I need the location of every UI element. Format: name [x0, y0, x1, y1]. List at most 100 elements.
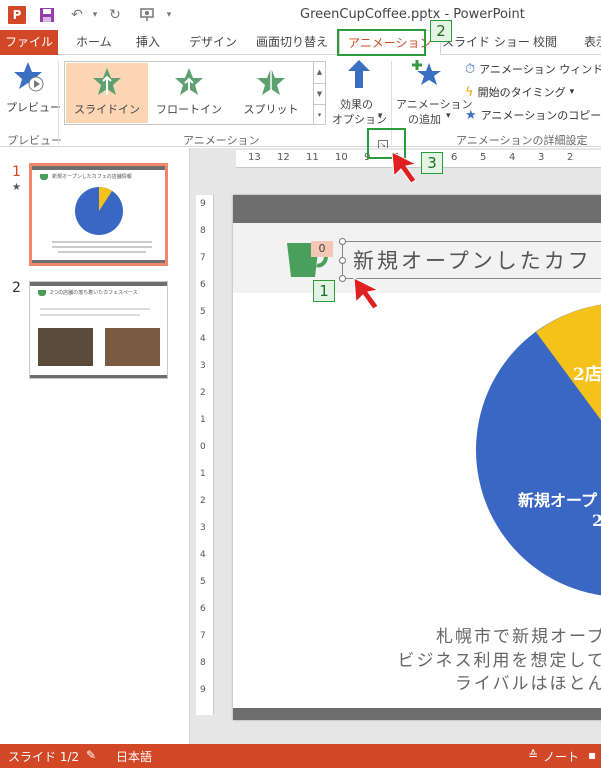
- ruler-tick-label: 7: [200, 631, 206, 641]
- status-bar: スライド 1/2 ✎ 日本語 ≙ ノート ▪: [0, 744, 601, 768]
- thumbnail-number: 2: [12, 280, 21, 296]
- preview-label: プレビュー: [6, 101, 61, 114]
- ruler-tick-label: 7: [200, 253, 206, 263]
- gallery-item-slide-in[interactable]: スライドイン: [66, 63, 148, 123]
- undo-dropdown-icon[interactable]: ▾: [90, 6, 100, 24]
- ruler-tick-label: 2: [200, 496, 206, 506]
- preview-button[interactable]: プレビュー: [4, 59, 61, 125]
- gallery-item-split[interactable]: スプリット: [230, 63, 312, 123]
- add-animation-line1: アニメーション: [396, 98, 473, 111]
- group-separator: [391, 61, 392, 145]
- tab-transitions[interactable]: 画面切り替え: [256, 30, 328, 55]
- resize-handle[interactable]: [339, 238, 346, 245]
- slide-thumbnail-2[interactable]: 2つの店舗の落ち着いたカフェスペース: [29, 281, 168, 379]
- slide-body-line: ビジネス利用を想定してい: [397, 651, 601, 671]
- tab-animations[interactable]: アニメーション: [339, 30, 441, 56]
- tab-slideshow[interactable]: スライド ショー: [442, 30, 530, 55]
- gallery-expand[interactable]: ▾: [313, 104, 325, 124]
- thumb-text-line: [40, 314, 140, 316]
- title-placeholder-selection[interactable]: [339, 238, 601, 282]
- comments-icon[interactable]: ▪: [588, 748, 596, 762]
- thumb-text-line: [40, 308, 150, 310]
- float-in-effect-icon: [175, 68, 203, 95]
- add-animation-icon: [411, 59, 443, 92]
- ribbon: プレビュー プレビュー スライドイン フロートイン スプリット ▲ ▼ ▾ 効果…: [0, 55, 601, 147]
- notes-icon[interactable]: ≙: [528, 748, 538, 762]
- thumb-photo: [38, 328, 93, 366]
- animation-painter-icon: ★: [465, 107, 477, 123]
- thumb-pie-chart: [75, 187, 123, 235]
- ruler-tick-label: 5: [200, 577, 206, 587]
- pointer-arrow-icon: [353, 277, 380, 310]
- gallery-item-float-in[interactable]: フロートイン: [148, 63, 230, 123]
- title-bar: P ↶ ▾ ↻ ▾ GreenCupCoffee.pptx - PowerPoi…: [0, 0, 601, 30]
- ruler-tick-label: 6: [451, 152, 458, 163]
- slide-thumbnail-1[interactable]: 新規オープンしたカフェの店舗情報: [29, 163, 168, 266]
- ruler-tick-label: 0: [200, 442, 206, 452]
- add-animation-button[interactable]: アニメーション の追加 ▾: [394, 59, 473, 127]
- slide-body-line: ライバルはほとんど: [454, 674, 601, 694]
- animation-pane-button[interactable]: ⏱ アニメーション ウィンドウ: [465, 60, 601, 78]
- ruler-tick-label: 9: [200, 685, 206, 695]
- notes-button[interactable]: ノート: [543, 748, 579, 765]
- present-from-start-icon[interactable]: [138, 6, 156, 24]
- ruler-tick-label: 3: [538, 152, 545, 163]
- thumb-top-bar: [32, 166, 165, 170]
- vertical-ruler: 9 8 7 6 5 4 3 2 1 0 1 2 3 4 5 6 7 8 9: [196, 195, 214, 715]
- tab-home[interactable]: ホーム: [76, 30, 112, 55]
- ruler-tick-label: 3: [200, 523, 206, 533]
- ruler-tick-label: 4: [200, 334, 206, 344]
- animation-pane-label: アニメーション ウィンドウ: [479, 63, 601, 76]
- language-status[interactable]: 日本語: [116, 748, 152, 765]
- ruler-tick-label: 2: [200, 388, 206, 398]
- slide-in-effect-icon: [93, 68, 121, 95]
- tab-insert[interactable]: 挿入: [136, 30, 160, 55]
- tab-view[interactable]: 表示: [584, 30, 601, 55]
- group-label-animation: アニメーション: [183, 134, 260, 147]
- gallery-scroll-up[interactable]: ▲: [313, 62, 325, 83]
- ruler-tick-label: 12: [277, 152, 290, 163]
- ruler-tick-label: 8: [200, 226, 206, 236]
- tab-review[interactable]: 校閲: [533, 30, 557, 55]
- trigger-dropdown-icon: ▾: [569, 87, 575, 97]
- powerpoint-logo-icon[interactable]: P: [8, 6, 26, 24]
- tab-file[interactable]: ファイル: [0, 30, 58, 55]
- callout-badge: 3: [421, 152, 443, 174]
- slide-thumbnail-pane: 1 ★ 新規オープンしたカフェの店舗情報 2 2つの店舗の落ち着いたカフェスペー…: [0, 148, 190, 744]
- redo-icon[interactable]: ↻: [106, 6, 124, 24]
- undo-icon[interactable]: ↶: [68, 6, 86, 24]
- ruler-tick-label: 5: [200, 307, 206, 317]
- ribbon-tabs: ファイル ホーム 挿入 デザイン 画面切り替え アニメーション スライド ショー…: [0, 30, 601, 56]
- ruler-tick-label: 9: [200, 199, 206, 209]
- group-label-advanced: アニメーションの詳細設定: [456, 134, 588, 147]
- window-title: GreenCupCoffee.pptx - PowerPoint: [300, 7, 525, 22]
- animation-order-tag[interactable]: 0: [311, 241, 333, 257]
- resize-handle[interactable]: [339, 275, 346, 282]
- pointer-arrow-icon: [391, 151, 418, 184]
- resize-handle[interactable]: [339, 257, 346, 264]
- trigger-button[interactable]: ϟ 開始のタイミング ▾: [465, 83, 574, 101]
- animation-painter-button[interactable]: ★ アニメーションのコピー/貼り付け: [465, 106, 601, 124]
- gallery-scroll-down[interactable]: ▼: [313, 83, 325, 104]
- save-icon[interactable]: [38, 6, 56, 24]
- effect-options-button[interactable]: 効果の オプション ▾: [330, 59, 388, 127]
- trigger-label: 開始のタイミング: [477, 86, 566, 99]
- ruler-tick-label: 1: [200, 469, 206, 479]
- lightning-icon: ϟ: [465, 84, 474, 100]
- gallery-item-label: スプリット: [243, 103, 299, 116]
- tab-design[interactable]: デザイン: [189, 30, 237, 55]
- pie-label: 2: [592, 511, 601, 530]
- thumb-bottom-bar: [32, 260, 165, 263]
- thumb-title: 2つの店舗の落ち着いたカフェスペース: [50, 290, 138, 296]
- slide-count-status: スライド 1/2: [8, 750, 80, 764]
- arrow-up-icon: [347, 59, 371, 92]
- ruler-tick-label: 4: [200, 550, 206, 560]
- customize-qat-icon[interactable]: ▾: [164, 6, 174, 24]
- spell-check-icon[interactable]: ✎: [86, 748, 96, 762]
- ruler-tick-label: 10: [335, 152, 348, 163]
- thumb-cup-icon: [38, 290, 46, 296]
- animation-painter-label: アニメーションのコピー/貼り付け: [480, 109, 601, 122]
- add-animation-line2: の追加: [408, 113, 441, 126]
- group-label-preview: プレビュー: [7, 134, 62, 147]
- gallery-item-label: スライドイン: [74, 103, 140, 116]
